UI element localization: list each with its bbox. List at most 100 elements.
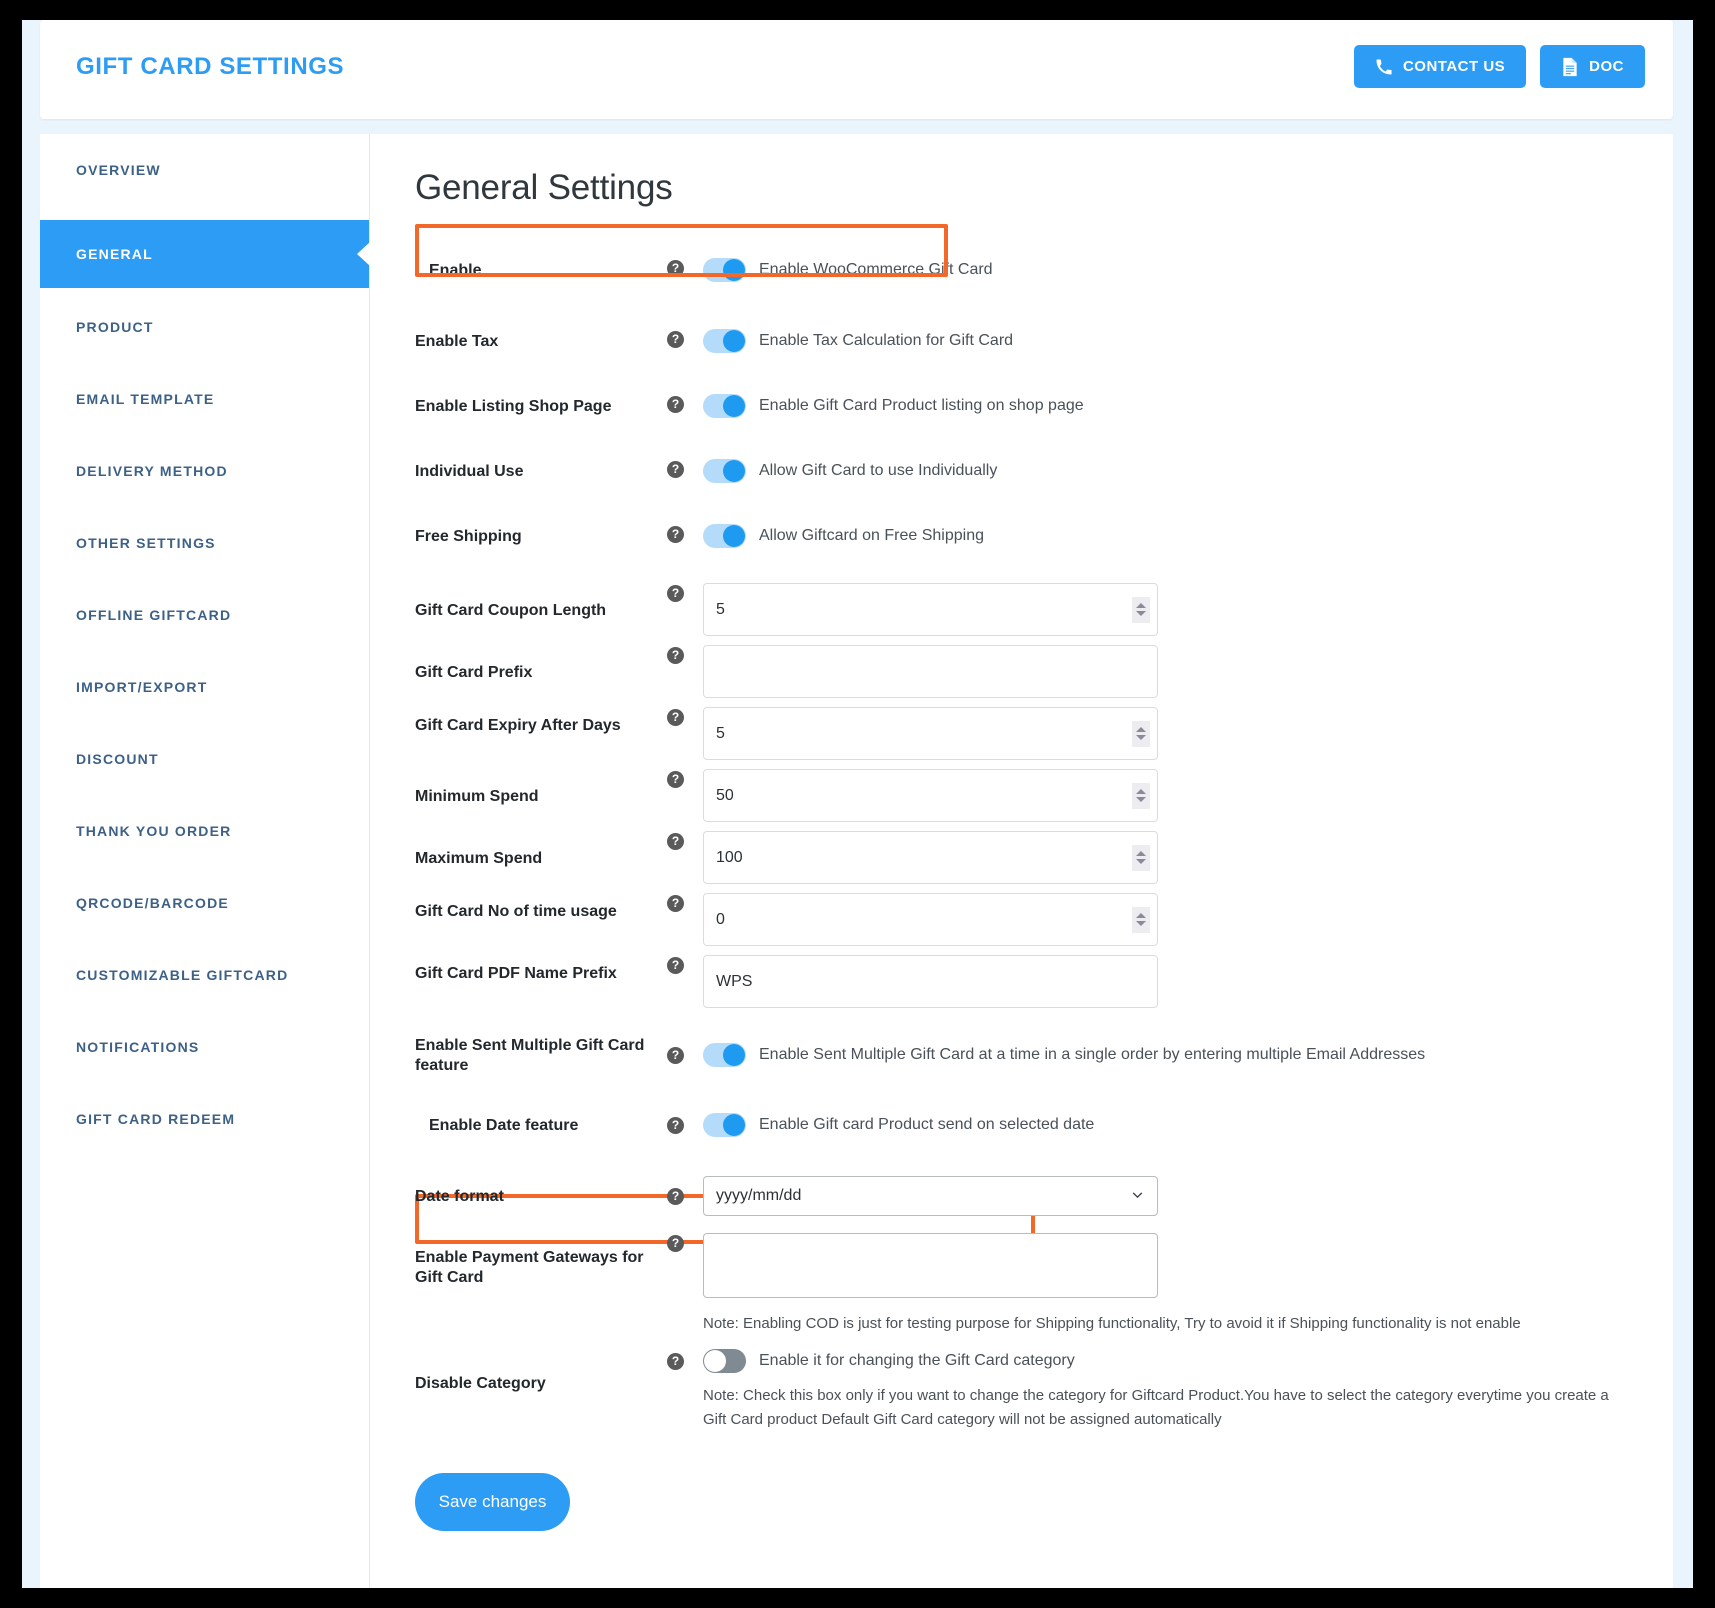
setting-label: Gift Card Expiry After Days — [415, 717, 621, 734]
help-icon[interactable]: ? — [667, 895, 684, 912]
pdf-name-prefix-input[interactable]: WPS — [703, 955, 1158, 1008]
sent-multiple-toggle[interactable] — [703, 1043, 746, 1067]
sidebar-item-thank-you-order[interactable]: THANK YOU ORDER — [40, 809, 369, 852]
toggle-knob — [723, 460, 745, 482]
help-icon[interactable]: ? — [667, 771, 684, 788]
input-value: 100 — [716, 848, 743, 866]
help-icon[interactable]: ? — [667, 1046, 684, 1064]
help-icon[interactable]: ? — [667, 396, 684, 413]
date-feature-toggle[interactable] — [703, 1113, 746, 1137]
payment-gateways-note-wrap: Note: Enabling COD is just for testing p… — [667, 1312, 1633, 1335]
sidebar-item-label: OFFLINE GIFTCARD — [76, 606, 232, 623]
setting-description: Enable WooCommerce Gift Card — [759, 261, 993, 278]
chevron-up-icon — [1136, 727, 1146, 732]
contact-us-label: CONTACT US — [1402, 58, 1506, 75]
sidebar-item-other-settings[interactable]: OTHER SETTINGS — [40, 521, 369, 564]
settings-page: GIFT CARD SETTINGS CONTACT US DOC OVERVI… — [22, 20, 1693, 1588]
help-icon[interactable]: ? — [667, 260, 684, 277]
chevron-down-icon — [1136, 921, 1146, 926]
toggle-knob — [723, 1114, 745, 1136]
toggle-knob — [723, 395, 745, 417]
individual-use-toggle[interactable] — [703, 459, 746, 483]
sidebar-item-email-template[interactable]: EMAIL TEMPLATE — [40, 377, 369, 420]
sidebar-item-label: DELIVERY METHOD — [76, 462, 228, 479]
setting-row-free-shipping: Free Shipping ? Allow Giftcard on Free S… — [415, 519, 1633, 553]
help-icon[interactable]: ? — [667, 461, 684, 478]
setting-label: Gift Card Coupon Length — [415, 602, 607, 619]
sidebar-item-customizable-giftcard[interactable]: CUSTOMIZABLE GIFTCARD — [40, 953, 369, 996]
enable-tax-toggle[interactable] — [703, 329, 746, 353]
setting-description: Enable Sent Multiple Gift Card at a time… — [759, 1046, 1426, 1063]
disable-category-toggle[interactable] — [703, 1349, 746, 1374]
minimum-spend-input[interactable]: 50 — [703, 769, 1158, 822]
help-icon[interactable]: ? — [667, 331, 684, 348]
sidebar-item-delivery-method[interactable]: DELIVERY METHOD — [40, 449, 369, 492]
help-icon[interactable]: ? — [667, 1235, 684, 1252]
settings-main: General Settings Enable ? Enable WooComm… — [370, 134, 1673, 1588]
sidebar-nav: OVERVIEW GENERAL PRODUCT EMAIL TEMPLATE … — [40, 134, 370, 1588]
maximum-spend-input[interactable]: 100 — [703, 831, 1158, 884]
sidebar-item-offline-giftcard[interactable]: OFFLINE GIFTCARD — [40, 593, 369, 636]
sidebar-item-label: OTHER SETTINGS — [76, 534, 216, 551]
save-changes-button[interactable]: Save changes — [415, 1472, 570, 1531]
payment-gateways-note: Note: Enabling COD is just for testing p… — [703, 1315, 1521, 1332]
help-icon[interactable]: ? — [667, 957, 684, 974]
screen: GIFT CARD SETTINGS CONTACT US DOC OVERVI… — [0, 0, 1715, 1608]
number-stepper[interactable] — [1132, 906, 1150, 933]
doc-button[interactable]: DOC — [1540, 45, 1645, 88]
help-icon[interactable]: ? — [667, 1116, 684, 1134]
setting-row-expiry-days: Gift Card Expiry After Days ? 5 — [415, 707, 1633, 760]
sidebar-item-qrcode-barcode[interactable]: QRCODE/BARCODE — [40, 881, 369, 924]
coupon-length-input[interactable]: 5 — [703, 583, 1158, 636]
chevron-down-icon — [1136, 859, 1146, 864]
prefix-input[interactable] — [703, 645, 1158, 698]
enable-listing-shop-page-toggle[interactable] — [703, 394, 746, 418]
expiry-days-input[interactable]: 5 — [703, 707, 1158, 760]
help-icon[interactable]: ? — [667, 833, 684, 850]
toggle-knob — [723, 1044, 745, 1066]
sidebar-item-discount[interactable]: DISCOUNT — [40, 737, 369, 780]
setting-label: Maximum Spend — [415, 850, 543, 867]
contact-us-button[interactable]: CONTACT US — [1353, 45, 1527, 88]
number-stepper[interactable] — [1132, 596, 1150, 623]
sidebar-item-label: CUSTOMIZABLE GIFTCARD — [76, 966, 289, 983]
enable-toggle[interactable] — [703, 258, 746, 282]
payment-gateways-input[interactable] — [703, 1233, 1158, 1298]
help-icon[interactable]: ? — [667, 526, 684, 543]
number-stepper[interactable] — [1132, 844, 1150, 871]
setting-row-maximum-spend: Maximum Spend ? 100 — [415, 831, 1633, 884]
no-of-time-usage-input[interactable]: 0 — [703, 893, 1158, 946]
help-icon[interactable]: ? — [667, 585, 684, 602]
chevron-up-icon — [1136, 789, 1146, 794]
sidebar-item-product[interactable]: PRODUCT — [40, 305, 369, 348]
setting-description: Allow Giftcard on Free Shipping — [759, 527, 984, 544]
setting-label: Enable — [429, 262, 482, 279]
setting-label: Minimum Spend — [415, 788, 539, 805]
sidebar-item-label: IMPORT/EXPORT — [76, 678, 208, 695]
date-format-select[interactable]: yyyy/mm/dd — [703, 1176, 1158, 1216]
phone-icon — [1375, 58, 1393, 76]
disable-category-note-line1: Note: Check this box only if you want to… — [703, 1387, 1609, 1405]
setting-label: Free Shipping — [415, 528, 522, 545]
help-icon[interactable]: ? — [667, 647, 684, 664]
toggle-knob — [723, 525, 745, 547]
sidebar-item-gift-card-redeem[interactable]: GIFT CARD REDEEM — [40, 1097, 369, 1140]
sidebar-item-general[interactable]: GENERAL — [40, 220, 370, 288]
number-stepper[interactable] — [1132, 720, 1150, 747]
select-value: yyyy/mm/dd — [716, 1187, 802, 1204]
header-actions: CONTACT US DOC — [1353, 45, 1645, 88]
free-shipping-toggle[interactable] — [703, 524, 746, 548]
help-icon[interactable]: ? — [667, 1352, 684, 1370]
setting-description: Enable Tax Calculation for Gift Card — [759, 332, 1014, 349]
page-header: GIFT CARD SETTINGS CONTACT US DOC — [40, 20, 1673, 119]
number-stepper[interactable] — [1132, 782, 1150, 809]
document-icon — [1561, 57, 1579, 77]
sidebar-item-notifications[interactable]: NOTIFICATIONS — [40, 1025, 369, 1068]
sidebar-item-import-export[interactable]: IMPORT/EXPORT — [40, 665, 369, 708]
help-icon[interactable]: ? — [667, 1187, 684, 1205]
help-icon[interactable]: ? — [667, 709, 684, 726]
sidebar-item-overview[interactable]: OVERVIEW — [40, 148, 369, 191]
section-title: General Settings — [415, 168, 673, 207]
toggle-knob — [723, 259, 745, 281]
input-value: 5 — [716, 724, 725, 742]
